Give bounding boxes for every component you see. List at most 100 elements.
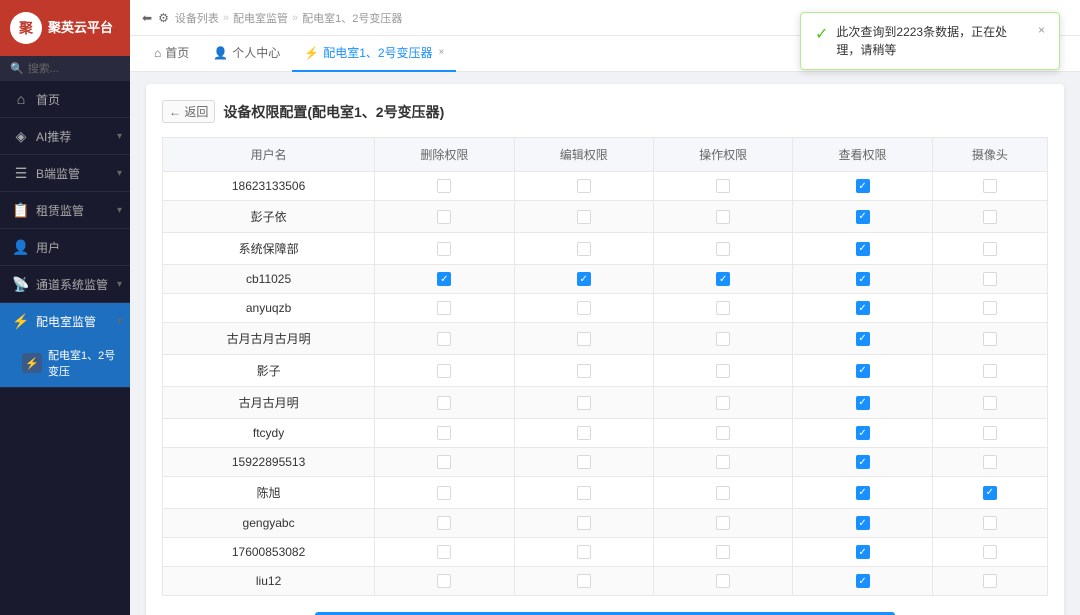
cell-operate[interactable] bbox=[653, 172, 792, 201]
view-checkbox[interactable]: ✓ bbox=[856, 332, 870, 346]
view-checkbox[interactable]: ✓ bbox=[856, 210, 870, 224]
cell-operate[interactable] bbox=[653, 419, 792, 448]
cell-camera[interactable] bbox=[932, 419, 1047, 448]
operate-checkbox[interactable] bbox=[716, 455, 730, 469]
toast-close-button[interactable]: × bbox=[1038, 23, 1045, 37]
view-checkbox[interactable]: ✓ bbox=[856, 301, 870, 315]
search-input[interactable] bbox=[28, 63, 120, 75]
delete-checkbox[interactable] bbox=[437, 332, 451, 346]
sidebar-item-lease[interactable]: 📋 租赁监管 ▾ bbox=[0, 192, 130, 228]
cell-delete[interactable] bbox=[375, 477, 514, 509]
tab-distribution[interactable]: ⚡ 配电室1、2号变压器 × bbox=[292, 36, 456, 72]
cell-edit[interactable] bbox=[514, 567, 653, 596]
cell-operate[interactable] bbox=[653, 201, 792, 233]
delete-checkbox[interactable] bbox=[437, 396, 451, 410]
cell-edit[interactable] bbox=[514, 538, 653, 567]
view-checkbox[interactable]: ✓ bbox=[856, 179, 870, 193]
operate-checkbox[interactable] bbox=[716, 516, 730, 530]
cell-edit[interactable] bbox=[514, 233, 653, 265]
view-checkbox[interactable]: ✓ bbox=[856, 272, 870, 286]
cell-operate[interactable] bbox=[653, 355, 792, 387]
cell-view[interactable]: ✓ bbox=[793, 419, 932, 448]
sidebar-item-distribution[interactable]: ⚡ 配电室监管 ▾ bbox=[0, 303, 130, 339]
edit-checkbox[interactable] bbox=[577, 516, 591, 530]
delete-checkbox[interactable] bbox=[437, 486, 451, 500]
operate-checkbox[interactable] bbox=[716, 545, 730, 559]
sidebar-search-bar[interactable]: 🔍 bbox=[0, 56, 130, 81]
view-checkbox[interactable]: ✓ bbox=[856, 574, 870, 588]
edit-checkbox[interactable] bbox=[577, 242, 591, 256]
camera-checkbox[interactable] bbox=[983, 210, 997, 224]
cell-delete[interactable] bbox=[375, 172, 514, 201]
view-checkbox[interactable]: ✓ bbox=[856, 396, 870, 410]
cell-edit[interactable] bbox=[514, 201, 653, 233]
cell-camera[interactable] bbox=[932, 323, 1047, 355]
cell-camera[interactable] bbox=[932, 567, 1047, 596]
cell-camera[interactable] bbox=[932, 538, 1047, 567]
edit-checkbox[interactable] bbox=[577, 455, 591, 469]
view-checkbox[interactable]: ✓ bbox=[856, 364, 870, 378]
delete-checkbox[interactable] bbox=[437, 455, 451, 469]
cell-view[interactable]: ✓ bbox=[793, 477, 932, 509]
cell-edit[interactable] bbox=[514, 323, 653, 355]
cell-edit[interactable] bbox=[514, 387, 653, 419]
camera-checkbox[interactable] bbox=[983, 332, 997, 346]
tab-personal[interactable]: 👤 个人中心 bbox=[201, 36, 292, 72]
view-checkbox[interactable]: ✓ bbox=[856, 545, 870, 559]
operate-checkbox[interactable] bbox=[716, 486, 730, 500]
tab-distribution-close-icon[interactable]: × bbox=[439, 47, 445, 58]
operate-checkbox[interactable] bbox=[716, 574, 730, 588]
edit-checkbox[interactable] bbox=[577, 332, 591, 346]
cell-operate[interactable] bbox=[653, 233, 792, 265]
cell-camera[interactable] bbox=[932, 387, 1047, 419]
view-checkbox[interactable]: ✓ bbox=[856, 486, 870, 500]
delete-checkbox[interactable] bbox=[437, 545, 451, 559]
camera-checkbox[interactable] bbox=[983, 516, 997, 530]
delete-checkbox[interactable] bbox=[437, 210, 451, 224]
cell-view[interactable]: ✓ bbox=[793, 567, 932, 596]
delete-checkbox[interactable] bbox=[437, 242, 451, 256]
cell-view[interactable]: ✓ bbox=[793, 294, 932, 323]
operate-checkbox[interactable] bbox=[716, 242, 730, 256]
topbar-icon-settings[interactable]: ⚙ bbox=[158, 11, 169, 25]
cell-operate[interactable] bbox=[653, 567, 792, 596]
cell-camera[interactable]: ✓ bbox=[932, 477, 1047, 509]
operate-checkbox[interactable] bbox=[716, 210, 730, 224]
edit-checkbox[interactable] bbox=[577, 179, 591, 193]
camera-checkbox[interactable] bbox=[983, 545, 997, 559]
cell-operate[interactable] bbox=[653, 387, 792, 419]
cell-edit[interactable] bbox=[514, 509, 653, 538]
operate-checkbox[interactable] bbox=[716, 396, 730, 410]
delete-checkbox[interactable] bbox=[437, 516, 451, 530]
cell-edit[interactable]: ✓ bbox=[514, 265, 653, 294]
sidebar-item-distribution-sub[interactable]: ⚡ 配电室1、2号变压 bbox=[0, 339, 130, 387]
cell-delete[interactable] bbox=[375, 233, 514, 265]
edit-checkbox[interactable] bbox=[577, 486, 591, 500]
cell-edit[interactable] bbox=[514, 172, 653, 201]
cell-delete[interactable] bbox=[375, 509, 514, 538]
sidebar-item-ai[interactable]: ◈ AI推荐 ▾ bbox=[0, 118, 130, 154]
operate-checkbox[interactable] bbox=[716, 301, 730, 315]
operate-checkbox[interactable]: ✓ bbox=[716, 272, 730, 286]
cell-camera[interactable] bbox=[932, 509, 1047, 538]
cell-delete[interactable] bbox=[375, 419, 514, 448]
edit-checkbox[interactable] bbox=[577, 545, 591, 559]
cell-camera[interactable] bbox=[932, 448, 1047, 477]
cell-operate[interactable] bbox=[653, 509, 792, 538]
delete-checkbox[interactable] bbox=[437, 426, 451, 440]
sidebar-item-channel[interactable]: 📡 通道系统监管 ▾ bbox=[0, 266, 130, 302]
edit-checkbox[interactable] bbox=[577, 301, 591, 315]
cell-camera[interactable] bbox=[932, 233, 1047, 265]
edit-checkbox[interactable] bbox=[577, 396, 591, 410]
cell-operate[interactable] bbox=[653, 477, 792, 509]
cell-camera[interactable] bbox=[932, 172, 1047, 201]
cell-view[interactable]: ✓ bbox=[793, 387, 932, 419]
cell-delete[interactable] bbox=[375, 448, 514, 477]
cell-delete[interactable] bbox=[375, 294, 514, 323]
cell-view[interactable]: ✓ bbox=[793, 265, 932, 294]
tab-home[interactable]: ⌂ 首页 bbox=[142, 36, 201, 72]
cell-view[interactable]: ✓ bbox=[793, 448, 932, 477]
cell-operate[interactable] bbox=[653, 448, 792, 477]
delete-checkbox[interactable] bbox=[437, 301, 451, 315]
cell-delete[interactable] bbox=[375, 355, 514, 387]
